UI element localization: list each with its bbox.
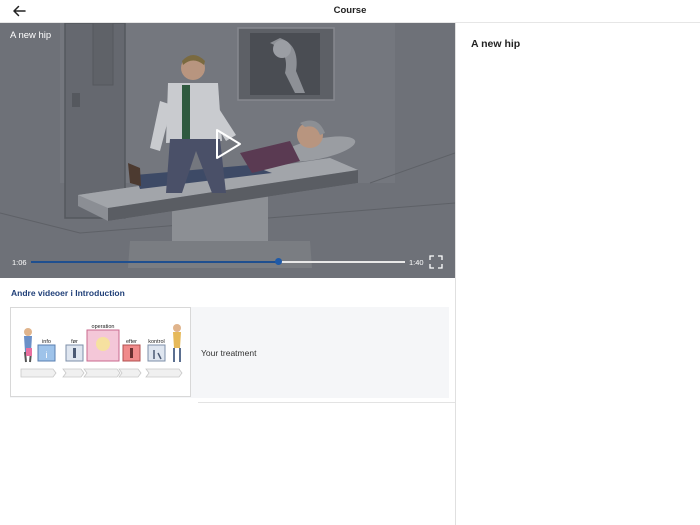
progress-handle[interactable]	[274, 258, 282, 265]
step-label: operation	[92, 324, 115, 330]
list-divider	[198, 402, 455, 403]
current-time: 1:06	[12, 258, 27, 267]
progress-fill	[31, 261, 278, 263]
top-bar: Course	[0, 0, 700, 23]
video-thumbnail: i info før operation efter kontrol	[10, 307, 191, 397]
total-time: 1:40	[409, 258, 424, 267]
step-label: kontrol	[148, 339, 165, 345]
related-videos-heading: Andre videoer i Introduction	[11, 288, 125, 298]
treatment-steps-illustration: i info før operation efter kontrol	[20, 324, 183, 378]
page-title: Course	[333, 5, 367, 16]
step-label: før	[71, 339, 78, 345]
side-panel-title: A new hip	[471, 38, 521, 50]
related-video-card[interactable]: i info før operation efter kontrol Your …	[10, 307, 449, 398]
step-label: efter	[126, 339, 137, 345]
step-label: info	[42, 339, 51, 345]
side-panel: A new hip	[455, 23, 700, 525]
video-card-label: Your treatment	[201, 348, 257, 358]
progress-bar[interactable]	[31, 258, 405, 265]
video-player[interactable]: A new hip 1:06 1:40	[0, 23, 455, 278]
video-title: A new hip	[10, 30, 52, 41]
play-icon[interactable]	[213, 127, 243, 161]
fullscreen-icon[interactable]	[429, 255, 443, 269]
svg-text:i: i	[46, 350, 48, 360]
